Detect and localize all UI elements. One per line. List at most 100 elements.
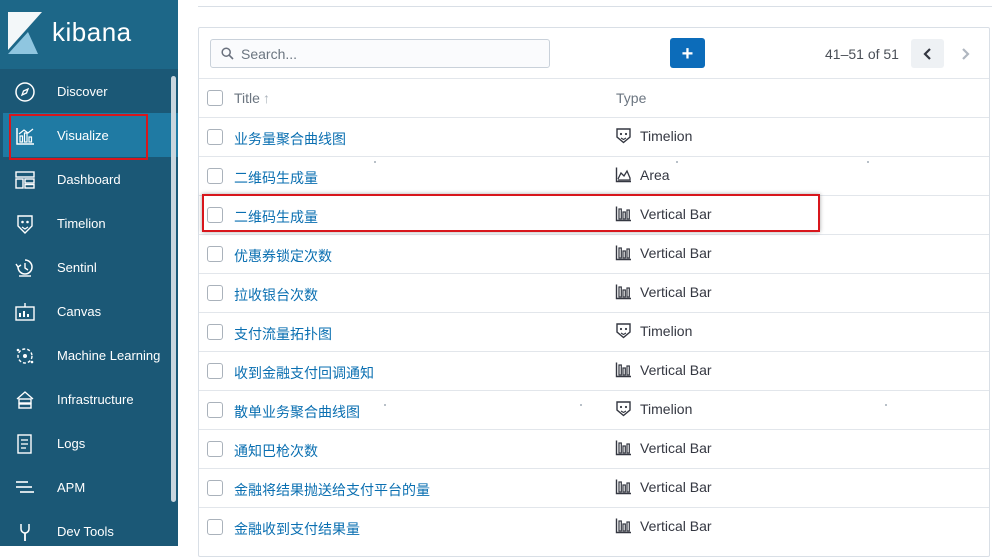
table-body: 业务量聚合曲线图 Timelion 二维码生成量 Area 二维码生成量 Vertical…	[199, 117, 989, 546]
sidebar-item-machine-learning[interactable]: Machine Learning	[0, 333, 178, 377]
sidebar-item-sentinl[interactable]: Sentinl	[0, 245, 178, 289]
visualization-title-link[interactable]: 二维码生成量	[234, 168, 318, 188]
row-checkbox[interactable]	[207, 519, 223, 535]
speck	[580, 404, 582, 406]
select-all-checkbox[interactable]	[207, 90, 223, 106]
visualizations-panel: + 41–51 of 51 Title↑ Type 业务量聚合曲线图 Timeli…	[198, 27, 990, 557]
previous-page-button[interactable]	[911, 39, 944, 68]
table-row: 二维码生成量 Vertical Bar	[199, 195, 989, 234]
visualization-type-label: Timelion	[640, 127, 693, 144]
row-checkbox[interactable]	[207, 246, 223, 262]
sidebar-item-dev-tools[interactable]: Dev Tools	[0, 509, 178, 546]
row-checkbox[interactable]	[207, 168, 223, 184]
row-checkbox[interactable]	[207, 480, 223, 496]
dashboard-icon	[14, 169, 36, 191]
timelion-icon	[615, 400, 632, 417]
infrastructure-icon	[14, 389, 36, 411]
timelion-icon	[14, 213, 36, 235]
timelion-icon	[615, 322, 632, 339]
vertical-bar-icon	[615, 517, 632, 534]
visualization-type: Vertical Bar	[615, 478, 712, 495]
sidebar-item-dashboard[interactable]: Dashboard	[0, 157, 178, 201]
sidebar-item-label: Dev Tools	[57, 523, 114, 539]
row-checkbox[interactable]	[207, 129, 223, 145]
brand-name: kibana	[52, 17, 132, 47]
visualization-type: Vertical Bar	[615, 205, 712, 222]
visualization-title-link[interactable]: 优惠券锁定次数	[234, 246, 332, 266]
add-visualization-button[interactable]: +	[670, 38, 705, 68]
visualization-title-link[interactable]: 拉收银台次数	[234, 285, 318, 305]
sidebar-item-apm[interactable]: APM	[0, 465, 178, 509]
visualization-title-link[interactable]: 二维码生成量	[234, 207, 318, 227]
sidebar-item-label: Sentinl	[57, 259, 97, 275]
sidebar-item-timelion[interactable]: Timelion	[0, 201, 178, 245]
main-content: + 41–51 of 51 Title↑ Type 业务量聚合曲线图 Timeli…	[178, 0, 1002, 557]
table-row: 散单业务聚合曲线图 Timelion	[199, 390, 989, 429]
speck	[374, 161, 376, 163]
vertical-bar-icon	[615, 205, 632, 222]
table-row: 业务量聚合曲线图 Timelion	[199, 117, 989, 156]
sentinl-icon	[14, 257, 36, 279]
next-page-button[interactable]	[948, 39, 981, 68]
table-row: 二维码生成量 Area	[199, 156, 989, 195]
sidebar-scrollbar[interactable]	[171, 76, 176, 502]
speck	[885, 404, 887, 406]
sidebar-item-label: Dashboard	[57, 171, 121, 187]
visualization-title-link[interactable]: 业务量聚合曲线图	[234, 129, 346, 149]
wrench-icon	[14, 521, 36, 543]
visualization-type: Vertical Bar	[615, 244, 712, 261]
brand-header[interactable]: kibana	[0, 0, 178, 69]
area-chart-icon	[615, 166, 632, 183]
visualization-type: Area	[615, 166, 670, 183]
vertical-bar-icon	[615, 244, 632, 261]
visualization-type-label: Vertical Bar	[640, 517, 712, 534]
sidebar: kibana Discover Visualize Dashboard Time…	[0, 0, 178, 546]
sidebar-item-label: Timelion	[57, 215, 106, 231]
search-input[interactable]	[239, 44, 539, 64]
sidebar-item-discover[interactable]: Discover	[0, 69, 178, 113]
visualization-type-label: Vertical Bar	[640, 205, 712, 222]
search-icon	[221, 47, 234, 60]
visualization-title-link[interactable]: 金融收到支付结果量	[234, 519, 360, 539]
table-row: 通知巴枪次数 Vertical Bar	[199, 429, 989, 468]
table-row: 支付流量拓扑图 Timelion	[199, 312, 989, 351]
visualization-type: Timelion	[615, 400, 692, 417]
sidebar-nav: Discover Visualize Dashboard Timelion Se…	[0, 69, 178, 546]
visualization-type: Vertical Bar	[615, 439, 712, 456]
visualization-title-link[interactable]: 散单业务聚合曲线图	[234, 402, 360, 422]
row-checkbox[interactable]	[207, 363, 223, 379]
compass-icon	[14, 81, 36, 103]
chevron-left-icon	[922, 47, 931, 60]
row-checkbox[interactable]	[207, 285, 223, 301]
sidebar-item-canvas[interactable]: Canvas	[0, 289, 178, 333]
sidebar-item-label: Visualize	[57, 127, 109, 143]
visualization-type: Vertical Bar	[615, 517, 712, 534]
row-checkbox[interactable]	[207, 402, 223, 418]
sidebar-item-infrastructure[interactable]: Infrastructure	[0, 377, 178, 421]
divider	[198, 6, 992, 7]
visualization-type: Vertical Bar	[615, 283, 712, 300]
table-row: 收到金融支付回调通知 Vertical Bar	[199, 351, 989, 390]
column-header-type[interactable]: Type	[616, 90, 646, 106]
row-checkbox[interactable]	[207, 324, 223, 340]
logs-icon	[14, 433, 36, 455]
speck	[384, 404, 386, 406]
visualization-title-link[interactable]: 金融将结果抛送给支付平台的量	[234, 480, 430, 500]
visualization-title-link[interactable]: 收到金融支付回调通知	[234, 363, 374, 383]
vertical-bar-icon	[615, 361, 632, 378]
visualization-title-link[interactable]: 支付流量拓扑图	[234, 324, 332, 344]
toolbar: + 41–51 of 51	[199, 28, 989, 78]
speck	[676, 161, 678, 163]
visualize-chart-icon	[14, 125, 36, 147]
sidebar-item-visualize[interactable]: Visualize	[0, 113, 178, 157]
sidebar-item-logs[interactable]: Logs	[0, 421, 178, 465]
visualizations-table: Title ↑ Type 业务量聚合曲线图 Timelion 二维码生成量 Area 二维…	[199, 78, 989, 546]
visualization-title-link[interactable]: 通知巴枪次数	[234, 441, 318, 461]
sidebar-item-label: Machine Learning	[57, 347, 161, 363]
row-checkbox[interactable]	[207, 207, 223, 223]
table-header: Title ↑ Type	[199, 78, 989, 117]
column-header-title[interactable]: Title ↑	[234, 90, 270, 106]
row-checkbox[interactable]	[207, 441, 223, 457]
search-box[interactable]	[210, 39, 550, 68]
vertical-bar-icon	[615, 439, 632, 456]
